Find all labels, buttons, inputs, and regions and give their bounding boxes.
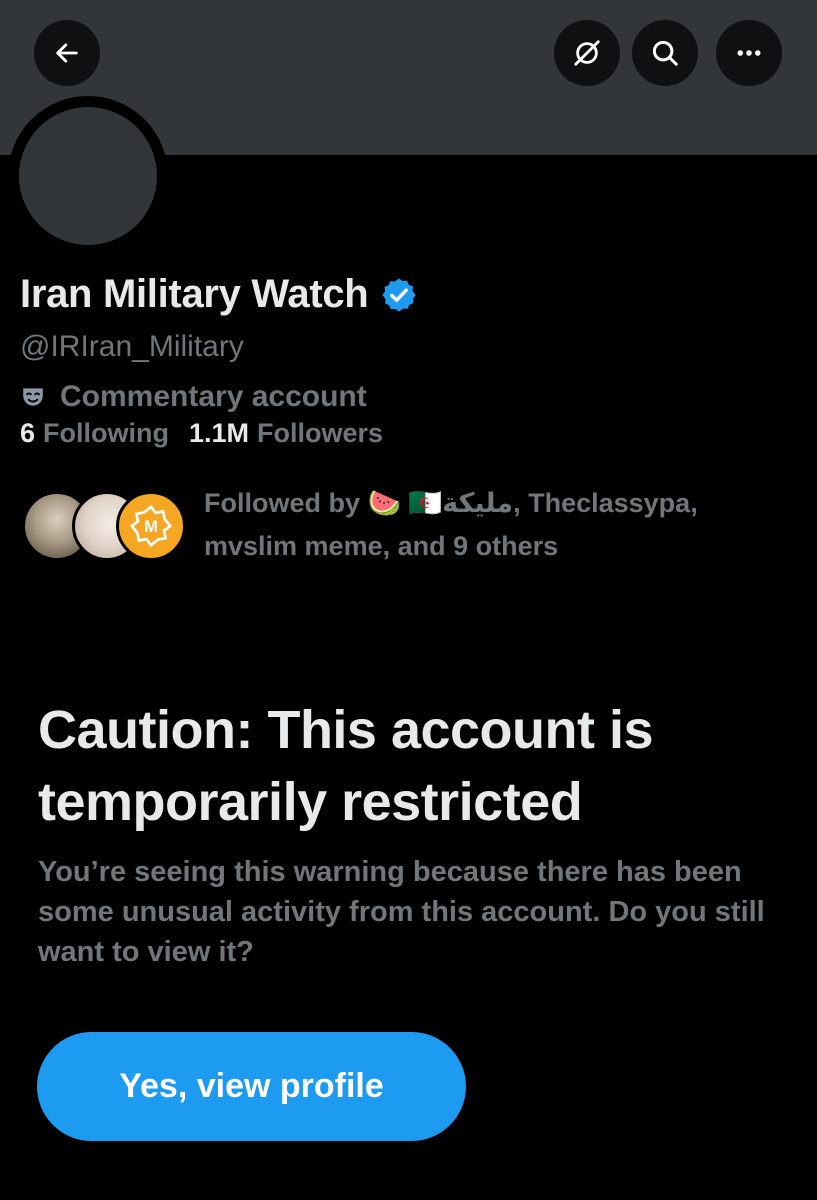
more-horizontal-icon [737, 50, 761, 56]
view-profile-button[interactable]: Yes, view profile [37, 1032, 466, 1141]
arrow-left-icon [56, 43, 78, 63]
profile-avatar[interactable] [19, 107, 157, 245]
following-link[interactable]: 6 Following [20, 418, 169, 449]
more-options-button[interactable] [716, 20, 782, 86]
followers-count: 1.1M [189, 418, 250, 448]
verified-badge-icon[interactable] [380, 276, 418, 314]
follower-avatar-3[interactable]: M [116, 491, 186, 561]
warning-title: Caution: This account is temporarily res… [38, 700, 654, 832]
followed-by-text[interactable]: Followed by 🍉 🇩🇿مليكة, Theclassypa, mvsl… [204, 482, 794, 568]
back-button[interactable] [34, 20, 100, 86]
following-count: 6 [20, 418, 36, 448]
following-label: Following [43, 418, 170, 448]
followers-link[interactable]: 1.1M Followers [189, 418, 383, 449]
warning-body: You’re seeing this warning because there… [38, 856, 765, 968]
followers-label: Followers [257, 418, 384, 448]
theater-mask-icon [23, 388, 43, 406]
follow-stats: 6 Following 1.1M Followers [20, 418, 403, 449]
profile-name-row: Iran Military Watch [20, 272, 418, 317]
badge-letter: M [144, 518, 158, 536]
grok-icon [574, 40, 600, 66]
profile-name: Iran Military Watch [20, 272, 369, 316]
account-label[interactable]: Commentary account [20, 380, 367, 414]
star-badge-icon: M [129, 504, 173, 548]
search-icon [652, 40, 678, 66]
account-label-text: Commentary account [60, 380, 367, 413]
profile-handle: @IRIran_Military [20, 330, 244, 363]
search-button[interactable] [632, 20, 698, 86]
grok-button[interactable] [554, 20, 620, 86]
